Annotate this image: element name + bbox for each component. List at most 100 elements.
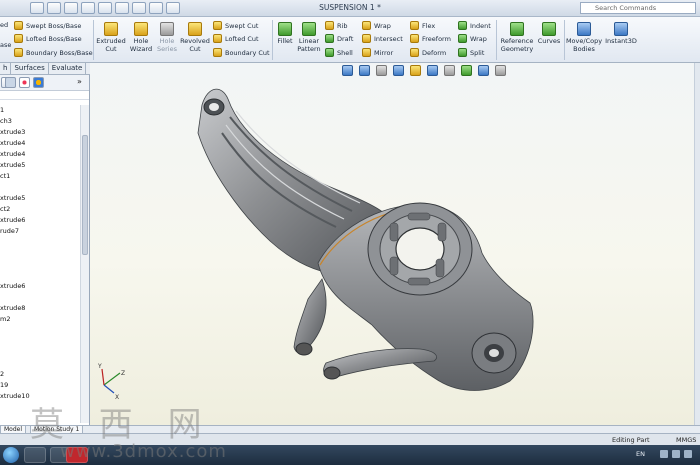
swept-boss-button[interactable]: Swept Boss/Base	[14, 21, 81, 30]
lofted-cut-label: Lofted Cut	[225, 34, 259, 43]
tree-item[interactable]: xtrude4	[0, 149, 80, 160]
viewport-side-panel[interactable]	[694, 63, 700, 425]
search-commands-input[interactable]: Search Commands	[580, 2, 696, 14]
tab-sketch[interactable]: h	[0, 63, 12, 74]
mirror-button[interactable]: Mirror	[362, 48, 393, 57]
tab-surfaces[interactable]: Surfaces	[11, 63, 49, 74]
boundary-boss-label: Boundary Boss/Base	[26, 48, 93, 57]
wrap-button[interactable]: Wrap	[362, 21, 391, 30]
deform-label: Deform	[422, 48, 447, 57]
tree-item[interactable]: xtrude4	[0, 138, 80, 149]
scrollbar-thumb[interactable]	[82, 135, 88, 255]
shell-label: Shell	[337, 48, 353, 57]
tree-item[interactable]: xtrude8	[0, 303, 80, 314]
tree-item[interactable]: xtrude10	[0, 391, 80, 402]
tree-item[interactable]: 19	[0, 380, 80, 391]
expand-arrows-icon[interactable]: »	[77, 77, 85, 88]
flex-label: Flex	[422, 21, 436, 30]
draft-button[interactable]: Draft	[325, 34, 353, 43]
tree-item[interactable]: xtrude6	[0, 281, 80, 292]
boundary-boss-button[interactable]: Boundary Boss/Base	[14, 48, 93, 57]
tree-item[interactable]	[0, 292, 80, 303]
rib-button[interactable]: Rib	[325, 21, 347, 30]
graphics-area[interactable]: Y Z X	[90, 63, 700, 425]
fillet-button[interactable]: Fillet	[275, 22, 295, 45]
deform-button[interactable]: Deform	[410, 48, 446, 57]
lofted-cut-button[interactable]: Lofted Cut	[213, 34, 259, 43]
flex-button[interactable]: Flex	[410, 21, 435, 30]
svg-text:Z: Z	[121, 370, 125, 377]
tree-scrollbar[interactable]	[80, 105, 89, 423]
tree-item[interactable]	[0, 325, 80, 336]
hole-series-button[interactable]: Hole Series	[154, 22, 180, 53]
tab-evaluate[interactable]: Evaluate	[49, 63, 87, 74]
lofted-boss-button[interactable]: Lofted Boss/Base	[14, 34, 82, 43]
tree-item[interactable]	[0, 270, 80, 281]
language-indicator[interactable]: EN	[636, 450, 645, 458]
tree-item[interactable]: xtrude5	[0, 160, 80, 171]
tree-item[interactable]: xtrude6	[0, 215, 80, 226]
tree-item[interactable]: ct2	[0, 204, 80, 215]
indent-button[interactable]: Indent	[458, 21, 491, 30]
tree-item[interactable]: m2	[0, 314, 80, 325]
extruded-boss-partial-2[interactable]: ase	[0, 41, 11, 49]
reference-geometry-label-1: Reference	[500, 37, 534, 45]
tree-item[interactable]: 2	[0, 369, 80, 380]
mirror-label: Mirror	[374, 48, 394, 57]
instant3d-button[interactable]: Instant3D	[604, 22, 638, 45]
hole-wizard-label-1: Hole	[133, 37, 149, 45]
suspension-part-model[interactable]: Y Z X	[90, 63, 700, 425]
intersect-button[interactable]: Intersect	[362, 34, 403, 43]
tray-network-icon[interactable]	[660, 450, 668, 458]
extruded-cut-button[interactable]: Extruded Cut	[96, 22, 126, 53]
shell-button[interactable]: Shell	[325, 48, 353, 57]
freeform-button[interactable]: Freeform	[410, 34, 451, 43]
linear-pattern-button[interactable]: Linear Pattern	[296, 22, 322, 53]
tray-clock-icon[interactable]	[684, 450, 692, 458]
curves-button[interactable]: Curves	[536, 22, 562, 45]
configuration-manager-icon[interactable]	[19, 77, 30, 88]
swept-cut-button[interactable]: Swept Cut	[213, 21, 258, 30]
reference-geometry-button[interactable]: Reference Geometry	[499, 22, 535, 53]
svg-text:Y: Y	[97, 363, 102, 370]
revolved-cut-icon	[188, 22, 202, 36]
move-copy-bodies-button[interactable]: Move/Copy Bodies	[566, 22, 602, 53]
tree-item[interactable]: ct1	[0, 171, 80, 182]
split-button[interactable]: Split	[458, 48, 484, 57]
extruded-boss-partial[interactable]: ed	[0, 21, 8, 29]
hole-wizard-button[interactable]: Hole Wizard	[127, 22, 155, 53]
display-manager-icon[interactable]	[33, 77, 44, 88]
tree-filter[interactable]	[0, 91, 89, 100]
lofted-boss-icon	[14, 34, 23, 43]
property-manager-icon[interactable]	[5, 77, 16, 88]
tree-item[interactable]	[0, 259, 80, 270]
tree-item[interactable]: xtrude5	[0, 193, 80, 204]
tree-item[interactable]	[0, 237, 80, 248]
start-button-icon[interactable]	[3, 447, 19, 463]
deform-icon	[410, 48, 419, 57]
extruded-cut-label-1: Extruded	[96, 37, 126, 45]
boundary-cut-button[interactable]: Boundary Cut	[213, 48, 270, 57]
chrome-taskbar-icon[interactable]	[24, 447, 46, 463]
linear-pattern-label-2: Pattern	[297, 45, 321, 53]
tree-item[interactable]	[0, 347, 80, 358]
wrap-feature-button[interactable]: Wrap	[458, 34, 487, 43]
tree-item[interactable]: xtrude3	[0, 127, 80, 138]
lofted-boss-label: Lofted Boss/Base	[26, 34, 82, 43]
title-bar: SUSPENSION 1 * Search Commands	[0, 0, 700, 17]
solidworks-taskbar-icon[interactable]	[66, 447, 88, 463]
revolved-cut-button[interactable]: Revolved Cut	[180, 22, 210, 53]
rib-label: Rib	[337, 21, 348, 30]
tree-item[interactable]	[0, 358, 80, 369]
tree-item[interactable]: ch3	[0, 116, 80, 127]
tray-volume-icon[interactable]	[672, 450, 680, 458]
feature-tree: 1 ch3 xtrude3 xtrude4 xtrude4 xtrude5 ct1 xtrud…	[0, 105, 80, 402]
indent-label: Indent	[470, 21, 491, 30]
tree-item[interactable]	[0, 182, 80, 193]
lower-arm-left[interactable]	[293, 278, 327, 353]
units-status[interactable]: MMGS	[676, 435, 696, 445]
tree-item[interactable]	[0, 336, 80, 347]
tree-item[interactable]: 1	[0, 105, 80, 116]
tree-item[interactable]: rude7	[0, 226, 80, 237]
tree-item[interactable]	[0, 248, 80, 259]
